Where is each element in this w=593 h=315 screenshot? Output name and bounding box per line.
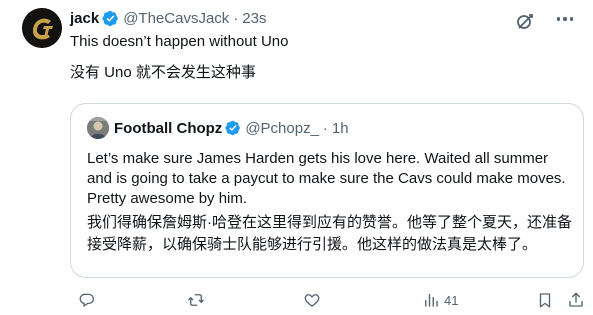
more-options-icon[interactable]: [553, 9, 577, 29]
quoted-tweet-text: Let’s make sure James Harden gets his lo…: [87, 150, 566, 207]
quoted-tweet-translation: 我们得确保詹姆斯·哈登在这里得到应有的赞誉。他等了整个夏天，还准备接受降薪，以确…: [87, 214, 572, 253]
views-icon: [425, 294, 438, 307]
reply-button[interactable]: [78, 290, 96, 310]
share-icon: [569, 292, 583, 307]
bookmark-button[interactable]: [536, 290, 554, 310]
retweet-icon: [188, 294, 204, 306]
share-button[interactable]: [567, 290, 585, 310]
views-count: 41: [444, 292, 459, 308]
separator-dot: ·: [322, 119, 328, 137]
separator-dot: ·: [233, 9, 239, 27]
tweet-translation: 没有 Uno 就不会发生这种事: [70, 64, 256, 81]
quoted-author-handle[interactable]: @Pchopz_: [245, 120, 319, 137]
quoted-tweet[interactable]: Football Chopz @Pchopz_ · 1h Let’s make …: [70, 103, 584, 278]
author-name[interactable]: jack: [70, 10, 99, 27]
tweet-text: This doesn’t happen without Uno: [70, 33, 289, 50]
author-avatar[interactable]: [22, 8, 62, 48]
tweet[interactable]: jack @TheCavsJack · 23s This doesn’t hap…: [0, 0, 593, 315]
quoted-author-avatar[interactable]: [87, 117, 109, 139]
quoted-author-name[interactable]: Football Chopz: [114, 120, 222, 137]
retweet-button[interactable]: [187, 290, 205, 310]
quoted-tweet-header: Football Chopz @Pchopz_ · 1h: [114, 118, 349, 138]
bookmark-icon: [539, 293, 551, 308]
views-button[interactable]: 41: [422, 290, 458, 310]
heart-icon: [304, 294, 320, 307]
like-button[interactable]: [303, 290, 321, 310]
quoted-tweet-time[interactable]: 1h: [332, 120, 349, 137]
verified-badge-icon: [102, 10, 119, 27]
author-handle[interactable]: @TheCavsJack: [123, 10, 229, 27]
tweet-time[interactable]: 23s: [242, 10, 266, 27]
grok-icon[interactable]: [515, 11, 535, 31]
action-bar: 41: [70, 290, 585, 310]
verified-badge-icon: [225, 120, 241, 136]
reply-icon: [79, 293, 95, 307]
tweet-header: jack @TheCavsJack · 23s: [70, 8, 266, 28]
